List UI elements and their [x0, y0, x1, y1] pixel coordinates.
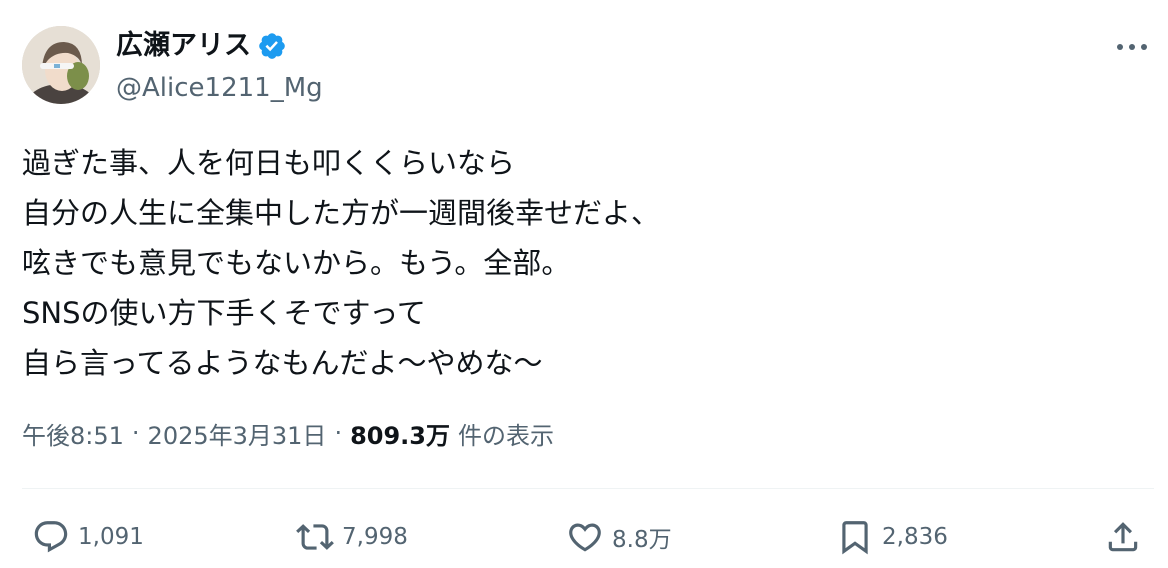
like-count: 8.8万 [612, 527, 672, 553]
tweet-date[interactable]: 2025年3月31日 [148, 416, 327, 451]
bookmark-button[interactable]: 2,836 [836, 517, 948, 557]
tweet-text-line: 過ぎた事、人を何日も叩くくらいなら [22, 146, 516, 180]
reply-button[interactable]: 1,091 [32, 517, 144, 557]
display-name[interactable]: 広瀬アリス [116, 28, 251, 64]
tweet-meta: 午後8:51 · 2025年3月31日 · 809.3万 件の表示 [22, 413, 554, 453]
verified-badge-icon[interactable] [257, 31, 287, 61]
tweet-text-line: 呟きでも意見でもないから。もう。全部。 [22, 246, 571, 280]
more-dots-icon [1117, 44, 1147, 50]
share-icon [1108, 522, 1138, 552]
divider [22, 488, 1154, 489]
bookmark-count: 2,836 [882, 524, 948, 550]
tweet-card: 広瀬アリス @Alice1211_Mg 過ぎた事、人を何日も叩くくらいなら 自分… [0, 0, 1168, 568]
tweet-text: 過ぎた事、人を何日も叩くくらいなら 自分の人生に全集中した方が一週間後幸せだよ、… [22, 138, 1142, 388]
avatar-image [22, 26, 100, 104]
tweet-time[interactable]: 午後8:51 [22, 416, 124, 451]
meta-separator: · [131, 419, 140, 447]
tweet-text-line: 自ら言ってるようなもんだよ〜やめな〜 [22, 346, 543, 380]
heart-icon [569, 523, 601, 552]
retweet-count: 7,998 [342, 524, 408, 550]
avatar[interactable] [22, 26, 100, 104]
like-button[interactable]: 8.8万 [566, 517, 672, 557]
retweet-button[interactable]: 7,998 [296, 517, 408, 557]
author-handle[interactable]: @Alice1211_Mg [116, 70, 323, 106]
views-count[interactable]: 809.3万 [350, 416, 450, 451]
more-options-button[interactable] [1112, 32, 1152, 62]
bookmark-icon [842, 521, 868, 555]
views-label[interactable]: 件の表示 [458, 416, 554, 451]
tweet-text-line: SNSの使い方下手くそですって [22, 296, 426, 330]
reply-count: 1,091 [78, 524, 144, 550]
reply-icon [34, 521, 68, 553]
retweet-icon [296, 524, 334, 550]
meta-separator: · [334, 419, 343, 447]
tweet-text-line: 自分の人生に全集中した方が一週間後幸せだよ、 [22, 196, 661, 230]
share-button[interactable] [1104, 517, 1142, 557]
author-name-row[interactable]: 広瀬アリス [116, 28, 287, 64]
